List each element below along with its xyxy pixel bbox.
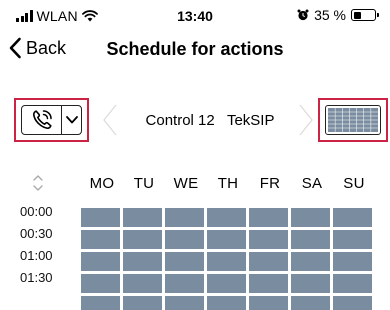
schedule-cell[interactable] <box>165 296 204 310</box>
schedule-cell[interactable] <box>291 230 330 249</box>
day-header-th[interactable]: TH <box>207 175 249 192</box>
schedule-cell[interactable] <box>291 274 330 293</box>
schedule-cell[interactable] <box>291 296 330 310</box>
schedule-cell[interactable] <box>207 274 246 293</box>
schedule-cell[interactable] <box>249 274 288 293</box>
time-label: 01:30 <box>20 270 53 285</box>
schedule-cell[interactable] <box>207 230 246 249</box>
grid-view-icon <box>328 108 378 132</box>
schedule-cell[interactable] <box>249 296 288 310</box>
grid-view-frame <box>325 105 381 135</box>
phone-cell <box>22 106 62 134</box>
schedule-cell[interactable] <box>333 208 372 227</box>
schedule-cell[interactable] <box>81 208 120 227</box>
status-bar: WLAN 13:40 35 % <box>0 0 390 36</box>
schedule-cell[interactable] <box>291 208 330 227</box>
device-type-dropdown[interactable] <box>21 105 82 135</box>
day-header-mo[interactable]: MO <box>81 175 123 192</box>
day-header-sa[interactable]: SA <box>291 175 333 192</box>
schedule-cell[interactable] <box>249 208 288 227</box>
status-right: 35 % <box>297 7 379 23</box>
time-label: 00:00 <box>20 204 53 219</box>
phone-icon <box>32 110 52 130</box>
grid-view-button[interactable] <box>318 98 388 142</box>
sort-icon[interactable] <box>32 174 44 192</box>
schedule-cell[interactable] <box>165 230 204 249</box>
page-title: Schedule for actions <box>106 39 284 59</box>
schedule-cell[interactable] <box>81 296 120 310</box>
schedule-cell[interactable] <box>291 252 330 271</box>
schedule-cell[interactable] <box>123 252 162 271</box>
schedule-cell[interactable] <box>207 208 246 227</box>
next-device-button[interactable] <box>298 104 314 136</box>
device-type-select[interactable] <box>14 98 89 142</box>
chevron-down-icon <box>65 116 78 124</box>
control-selector-row: Control 12 TekSIP <box>0 98 390 148</box>
schedule-cell[interactable] <box>123 274 162 293</box>
navigation-bar: Back Schedule for actions <box>0 36 390 66</box>
time-label: 00:30 <box>20 226 53 241</box>
dropdown-cell <box>62 106 81 134</box>
battery-icon <box>351 9 379 21</box>
battery-level-fill <box>353 11 361 19</box>
schedule-cell[interactable] <box>333 296 372 310</box>
schedule-cell[interactable] <box>123 230 162 249</box>
schedule-cell[interactable] <box>333 230 372 249</box>
schedule-cell[interactable] <box>207 296 246 310</box>
schedule-cell[interactable] <box>333 274 372 293</box>
schedule-cell[interactable] <box>207 252 246 271</box>
schedule-cell[interactable] <box>81 252 120 271</box>
day-header-fr[interactable]: FR <box>249 175 291 192</box>
day-header-we[interactable]: WE <box>165 175 207 192</box>
schedule-cell[interactable] <box>123 296 162 310</box>
battery-percent: 35 % <box>314 7 346 23</box>
schedule-cell[interactable] <box>249 230 288 249</box>
time-label: 01:00 <box>20 248 53 263</box>
schedule-cell[interactable] <box>81 274 120 293</box>
schedule-cell[interactable] <box>165 274 204 293</box>
device-name: Control 12 TekSIP <box>145 112 275 129</box>
day-header-tu[interactable]: TU <box>123 175 165 192</box>
schedule-cell[interactable] <box>123 208 162 227</box>
schedule-cell[interactable] <box>249 252 288 271</box>
schedule-cell[interactable] <box>165 208 204 227</box>
alarm-icon <box>297 9 309 21</box>
previous-device-button[interactable] <box>102 104 118 136</box>
schedule-cell[interactable] <box>81 230 120 249</box>
schedule-cell[interactable] <box>333 252 372 271</box>
schedule-cell[interactable] <box>165 252 204 271</box>
day-header-su[interactable]: SU <box>333 175 375 192</box>
